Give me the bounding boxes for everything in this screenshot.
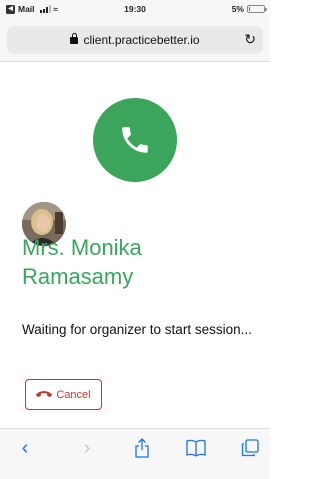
- status-bar: ◀ Mail ≈ 19:30 5%: [0, 0, 270, 18]
- share-icon[interactable]: [131, 437, 153, 459]
- reload-icon[interactable]: ↻: [244, 31, 256, 48]
- cancel-button[interactable]: Cancel: [25, 379, 102, 410]
- call-indicator: [93, 98, 177, 182]
- forward-icon[interactable]: ›: [76, 437, 98, 459]
- host-name: Mrs. Monika Ramasamy: [22, 235, 142, 289]
- tabs-icon[interactable]: [239, 437, 261, 459]
- browser-toolbar: ‹ ›: [0, 428, 270, 479]
- bookmarks-icon[interactable]: [185, 437, 207, 459]
- hangup-icon: [36, 391, 53, 398]
- back-icon[interactable]: ‹: [14, 437, 36, 459]
- session-status-text: Waiting for organizer to start session..…: [22, 322, 252, 337]
- phone-icon: [122, 127, 148, 153]
- battery-percent: 5%: [231, 4, 244, 14]
- cancel-label: Cancel: [56, 388, 91, 401]
- url-display[interactable]: client.practicebetter.io: [7, 33, 263, 47]
- battery-icon: [247, 5, 267, 13]
- status-right: 5%: [231, 4, 267, 14]
- status-time: 19:30: [124, 4, 146, 14]
- lock-icon: [70, 33, 79, 44]
- url-text: client.practicebetter.io: [83, 33, 200, 47]
- address-bar-area: client.practicebetter.io ↻: [0, 18, 270, 62]
- address-bar[interactable]: client.practicebetter.io ↻: [7, 26, 263, 54]
